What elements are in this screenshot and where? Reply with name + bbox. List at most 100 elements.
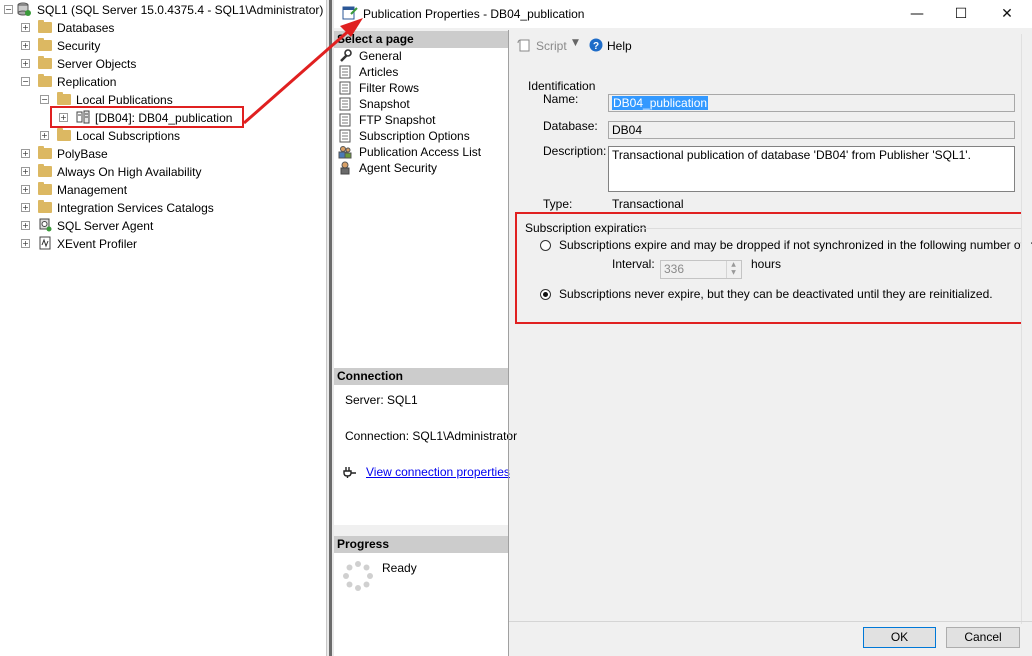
- content-area: Identification Name: DB04_publication Da…: [509, 75, 1032, 650]
- tree-label: Security: [57, 39, 101, 53]
- description-label: Description:: [543, 144, 607, 158]
- tree-node-polybase[interactable]: + PolyBase: [0, 145, 326, 163]
- tree-node-server-objects[interactable]: + Server Objects: [0, 55, 326, 73]
- page-icon: [339, 65, 351, 79]
- expand-icon[interactable]: +: [21, 185, 30, 194]
- publication-properties-dialog: Publication Properties - DB04_publicatio…: [334, 0, 1032, 656]
- tree-node-always-on[interactable]: + Always On High Availability: [0, 163, 326, 181]
- folder-icon: [57, 92, 71, 105]
- tree-node-replication[interactable]: − Replication: [0, 73, 326, 91]
- select-page-header: Select a page: [334, 31, 508, 48]
- select-page-pane: Select a page General Articles Filter Ro…: [334, 30, 517, 656]
- collapse-icon[interactable]: −: [40, 95, 49, 104]
- database-server-icon: [17, 2, 31, 16]
- page-label: Articles: [359, 65, 399, 79]
- tree-label: Management: [57, 183, 128, 197]
- script-icon: [517, 39, 530, 52]
- expand-icon[interactable]: +: [21, 203, 30, 212]
- progress-status: Ready: [382, 561, 417, 575]
- page-label: Agent Security: [359, 161, 438, 175]
- page-icon: [339, 113, 351, 127]
- tree-label: Integration Services Catalogs: [57, 201, 214, 215]
- page-icon: [339, 129, 351, 143]
- expand-icon[interactable]: +: [21, 221, 30, 230]
- page-label: Filter Rows: [359, 81, 420, 95]
- tree-node-security[interactable]: + Security: [0, 37, 326, 55]
- page-list: General Articles Filter Rows Snapshot FT…: [334, 48, 508, 374]
- object-explorer: − SQL1 (SQL Server 15.0.4375.4 - SQL1\Ad…: [0, 0, 326, 656]
- dialog-title: Publication Properties - DB04_publicatio…: [363, 7, 585, 21]
- expand-icon[interactable]: +: [21, 167, 30, 176]
- tree-label: SQL Server Agent: [57, 219, 154, 233]
- tree-label: SQL1 (SQL Server 15.0.4375.4 - SQL1\Admi…: [37, 3, 324, 17]
- type-label: Type:: [543, 197, 573, 211]
- database-field: DB04: [608, 121, 1015, 139]
- database-value: DB04: [612, 123, 643, 137]
- publication-properties-icon: [342, 6, 358, 20]
- description-field[interactable]: Transactional publication of database 'D…: [608, 146, 1015, 192]
- script-dropdown-icon[interactable]: ▼: [572, 38, 579, 48]
- tree-node-local-subscriptions[interactable]: + Local Subscriptions: [0, 127, 326, 145]
- general-page: Script ▼ ? Help Identification Name: DB0…: [509, 30, 1032, 626]
- collapse-icon[interactable]: −: [21, 77, 30, 86]
- progress-panel: Ready: [334, 553, 508, 656]
- connection-text: Connection: SQL1\Administrator: [345, 429, 518, 443]
- identification-group-label: Identification: [528, 79, 596, 93]
- xevent-profiler-icon: [39, 236, 51, 250]
- tree-node-integration-services[interactable]: + Integration Services Catalogs: [0, 199, 326, 217]
- progress-header: Progress: [334, 536, 508, 553]
- tree-node-xevent-profiler[interactable]: + XEvent Profiler: [0, 235, 326, 253]
- server-text: Server: SQL1: [345, 393, 418, 407]
- name-field[interactable]: DB04_publication: [608, 94, 1015, 112]
- name-label: Name:: [543, 92, 579, 106]
- page-label: Snapshot: [359, 97, 410, 111]
- users-icon: [338, 146, 352, 159]
- help-button[interactable]: Help: [607, 39, 632, 53]
- tree-node-sql-server-agent[interactable]: + SQL Server Agent: [0, 217, 326, 235]
- tree-label: Databases: [57, 21, 115, 35]
- tree-node-databases[interactable]: + Databases: [0, 19, 326, 37]
- expand-icon[interactable]: +: [21, 23, 30, 32]
- expand-icon[interactable]: +: [21, 59, 30, 68]
- expand-icon[interactable]: +: [21, 239, 30, 248]
- folder-icon: [38, 146, 52, 159]
- maximize-icon[interactable]: ☐: [938, 0, 984, 28]
- connection-panel: Server: SQL1 Connection: SQL1\Administra…: [334, 385, 517, 525]
- tree-label: Replication: [57, 75, 117, 89]
- highlight-box-subscription-expiration: [515, 212, 1028, 324]
- vertical-scrollbar[interactable]: [1021, 34, 1031, 624]
- folder-icon: [38, 20, 52, 33]
- connection-header: Connection: [334, 368, 508, 385]
- title-bar[interactable]: Publication Properties - DB04_publicatio…: [334, 0, 1032, 28]
- tree-label: Always On High Availability: [57, 165, 202, 179]
- wrench-icon: [340, 49, 352, 62]
- folder-icon: [38, 200, 52, 213]
- collapse-icon[interactable]: −: [4, 5, 13, 14]
- page-icon: [339, 81, 351, 95]
- minimize-icon[interactable]: —: [894, 0, 940, 28]
- toolbar: Script ▼ ? Help: [509, 30, 1032, 62]
- close-icon[interactable]: ✕: [984, 0, 1030, 28]
- page-label: FTP Snapshot: [359, 113, 436, 127]
- ok-button[interactable]: OK: [863, 627, 936, 648]
- tree-label: Server Objects: [57, 57, 137, 71]
- progress-spinner-icon: [343, 561, 373, 591]
- plug-icon: [343, 467, 356, 478]
- page-label: Subscription Options: [359, 129, 470, 143]
- expand-icon[interactable]: +: [40, 131, 49, 140]
- tree-node-server[interactable]: − SQL1 (SQL Server 15.0.4375.4 - SQL1\Ad…: [0, 1, 326, 19]
- expand-icon[interactable]: +: [21, 149, 30, 158]
- folder-icon: [57, 128, 71, 141]
- agent-icon: [340, 161, 350, 175]
- folder-icon: [38, 74, 52, 87]
- tree-label: XEvent Profiler: [57, 237, 138, 251]
- folder-icon: [38, 182, 52, 195]
- folder-icon: [38, 38, 52, 51]
- expand-icon[interactable]: +: [21, 41, 30, 50]
- script-button[interactable]: Script: [536, 39, 567, 53]
- cancel-button[interactable]: Cancel: [946, 627, 1020, 648]
- tree-node-management[interactable]: + Management: [0, 181, 326, 199]
- help-icon: ?: [589, 38, 603, 52]
- view-connection-properties-link[interactable]: View connection properties: [366, 465, 510, 479]
- tree-label: PolyBase: [57, 147, 108, 161]
